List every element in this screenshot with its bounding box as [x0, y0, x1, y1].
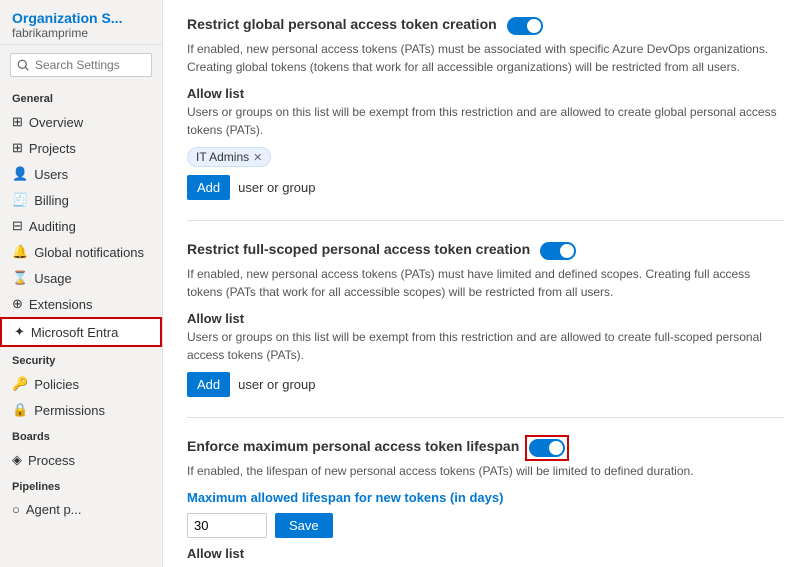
sidebar-item-label: Users: [34, 167, 68, 182]
org-sub: fabrikamprime: [12, 26, 150, 40]
process-icon: ◈: [12, 452, 22, 468]
section-security-label: Security: [0, 347, 162, 371]
add-button-label-2: Add: [197, 377, 220, 392]
sidebar-item-usage[interactable]: ⌛ Usage: [0, 265, 162, 291]
permissions-icon: 🔒: [12, 402, 28, 418]
lifespan-row: Save: [187, 513, 784, 538]
allow-list-label-1: Allow list: [187, 86, 784, 101]
allow-list-desc-2: Users or groups on this list will be exe…: [187, 328, 784, 364]
search-input[interactable]: [35, 58, 145, 72]
sidebar-item-agent-pools[interactable]: ○ Agent p...: [0, 497, 162, 522]
sidebar-item-users[interactable]: 👤 Users: [0, 161, 162, 187]
sidebar-item-label: Microsoft Entra: [31, 325, 118, 340]
notifications-icon: 🔔: [12, 244, 28, 260]
users-icon: 👤: [12, 166, 28, 182]
toggle-thumb-3: [549, 441, 563, 455]
enforce-max-toggle-row: Enforce maximum personal access token li…: [187, 438, 784, 458]
add-row-2: Add user or group: [187, 372, 784, 397]
toggle-thumb-2: [560, 244, 574, 258]
section-boards-label: Boards: [0, 423, 162, 447]
restrict-global-pat-desc: If enabled, new personal access tokens (…: [187, 40, 784, 76]
it-admins-tag[interactable]: IT Admins ✕: [187, 147, 271, 167]
add-button-2[interactable]: Add: [187, 372, 230, 397]
restrict-full-scoped-pat-section: Restrict full-scoped personal access tok…: [187, 241, 784, 418]
restrict-global-pat-section: Restrict global personal access token cr…: [187, 16, 784, 221]
search-container[interactable]: [10, 53, 152, 77]
section-pipelines-label: Pipelines: [0, 473, 162, 497]
restrict-full-scoped-desc: If enabled, new personal access tokens (…: [187, 265, 784, 301]
sidebar-item-label: Projects: [29, 141, 76, 156]
sidebar-item-microsoft-entra[interactable]: ✦ Microsoft Entra: [0, 317, 162, 347]
restrict-global-pat-toggle-row: Restrict global personal access token cr…: [187, 16, 784, 36]
lifespan-label: Maximum allowed lifespan for new tokens …: [187, 490, 784, 505]
tag-row-1: IT Admins ✕: [187, 147, 784, 167]
usage-icon: ⌛: [12, 270, 28, 286]
restrict-global-pat-title: Restrict global personal access token cr…: [187, 16, 497, 32]
sidebar-item-label: Auditing: [29, 219, 76, 234]
main-content: Restrict global personal access token cr…: [163, 0, 808, 567]
sidebar-item-billing[interactable]: 🧾 Billing: [0, 187, 162, 213]
lifespan-input[interactable]: [187, 513, 267, 538]
restrict-full-scoped-toggle-row: Restrict full-scoped personal access tok…: [187, 241, 784, 261]
billing-icon: 🧾: [12, 192, 28, 208]
user-or-group-text-2: user or group: [238, 377, 315, 392]
entra-icon: ✦: [14, 324, 25, 340]
sidebar-item-label: Billing: [34, 193, 69, 208]
sidebar-item-process[interactable]: ◈ Process: [0, 447, 162, 473]
sidebar-item-permissions[interactable]: 🔒 Permissions: [0, 397, 162, 423]
enforce-max-desc: If enabled, the lifespan of new personal…: [187, 462, 784, 480]
sidebar-item-projects[interactable]: ⊞ Projects: [0, 135, 162, 161]
allow-list-label-3: Allow list: [187, 546, 784, 561]
tag-remove-icon[interactable]: ✕: [253, 151, 262, 164]
tag-label: IT Admins: [196, 150, 249, 164]
search-icon: [17, 59, 30, 72]
toggle-thumb: [527, 19, 541, 33]
sidebar-item-auditing[interactable]: ⊟ Auditing: [0, 213, 162, 239]
toggle-track-2: [540, 242, 576, 260]
sidebar-item-label: Policies: [34, 377, 79, 392]
sidebar-item-policies[interactable]: 🔑 Policies: [0, 371, 162, 397]
sidebar-item-overview[interactable]: ⊞ Overview: [0, 109, 162, 135]
agent-icon: ○: [12, 502, 20, 517]
allow-list-label-2: Allow list: [187, 311, 784, 326]
save-button[interactable]: Save: [275, 513, 333, 538]
sidebar-item-label: Process: [28, 453, 75, 468]
sidebar: Organization S... fabrikamprime General …: [0, 0, 163, 567]
org-header: Organization S... fabrikamprime: [0, 0, 162, 45]
allow-list-desc-1: Users or groups on this list will be exe…: [187, 103, 784, 139]
auditing-icon: ⊟: [12, 218, 23, 234]
toggle-track-3: [529, 439, 565, 457]
projects-icon: ⊞: [12, 140, 23, 156]
user-or-group-text-1: user or group: [238, 180, 315, 195]
sidebar-item-label: Overview: [29, 115, 83, 130]
sidebar-item-label: Global notifications: [34, 245, 144, 260]
restrict-full-scoped-title: Restrict full-scoped personal access tok…: [187, 241, 530, 257]
add-button-1[interactable]: Add: [187, 175, 230, 200]
enforce-max-lifespan-section: Enforce maximum personal access token li…: [187, 438, 784, 567]
add-button-label-1: Add: [197, 180, 220, 195]
sidebar-item-label: Agent p...: [26, 502, 82, 517]
allow-list-desc-3: Users or groups on this list will be exe…: [187, 563, 784, 567]
overview-icon: ⊞: [12, 114, 23, 130]
sidebar-item-global-notifications[interactable]: 🔔 Global notifications: [0, 239, 162, 265]
add-row-1: Add user or group: [187, 175, 784, 200]
section-general-label: General: [0, 85, 162, 109]
save-button-label: Save: [289, 518, 319, 533]
sidebar-item-label: Permissions: [34, 403, 105, 418]
restrict-global-pat-toggle[interactable]: [507, 17, 543, 35]
sidebar-item-label: Usage: [34, 271, 72, 286]
org-name: Organization S...: [12, 10, 150, 26]
policies-icon: 🔑: [12, 376, 28, 392]
enforce-max-lifespan-toggle[interactable]: [529, 439, 565, 457]
sidebar-item-extensions[interactable]: ⊕ Extensions: [0, 291, 162, 317]
sidebar-item-label: Extensions: [29, 297, 93, 312]
restrict-full-scoped-toggle[interactable]: [540, 242, 576, 260]
toggle-track: [507, 17, 543, 35]
extensions-icon: ⊕: [12, 296, 23, 312]
enforce-max-title: Enforce maximum personal access token li…: [187, 438, 519, 454]
